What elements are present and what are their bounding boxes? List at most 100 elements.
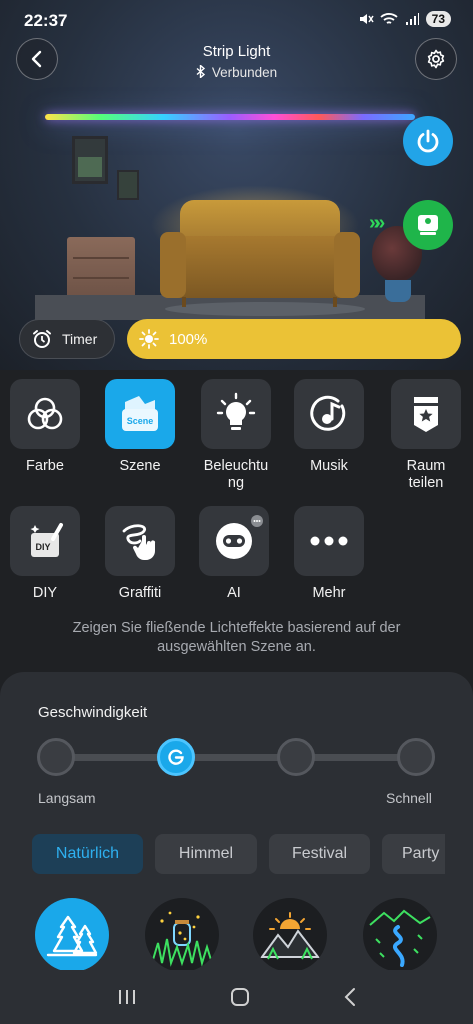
speed-step-3[interactable] — [277, 738, 315, 776]
mode-label: Raum teilen — [406, 458, 446, 491]
timer-button[interactable]: Timer — [19, 319, 115, 359]
alarm-clock-icon — [33, 330, 51, 348]
lightbulb-icon — [216, 392, 256, 430]
ai-icon — [216, 523, 252, 559]
mode-farbe-tile[interactable] — [10, 379, 80, 449]
mode-raum-teilen-tile[interactable] — [391, 379, 461, 449]
graffiti-icon — [122, 524, 156, 560]
led-strip-preview — [45, 114, 415, 120]
power-icon — [417, 129, 439, 153]
mode-beleuchtung[interactable]: Beleuchtu ng — [201, 379, 271, 492]
mode-musik-tile[interactable] — [294, 379, 364, 449]
tab-natuerlich[interactable]: Natürlich — [32, 834, 143, 874]
mode-description: Zeigen Sie fließende Lichteffekte basier… — [72, 620, 401, 655]
scene-category-tabs: Natürlich Himmel Festival Party — [0, 830, 445, 880]
speed-min-label: Langsam — [38, 790, 96, 806]
diy-icon: DIY — [30, 523, 63, 557]
speed-slider-track[interactable] — [56, 754, 416, 761]
mute-icon — [359, 14, 374, 24]
system-nav-bar — [0, 970, 473, 1024]
brightness-slider[interactable]: 100% — [127, 319, 461, 359]
mode-raum-teilen[interactable]: Raum teilen — [391, 379, 461, 492]
forest-icon — [46, 915, 98, 957]
mode-label: Mehr — [312, 585, 346, 601]
mode-musik[interactable]: Musik — [294, 379, 364, 475]
status-icons: 73 — [358, 11, 451, 27]
status-time: 22:37 — [24, 11, 68, 30]
mode-label: AI — [227, 585, 241, 601]
color-rings-icon — [27, 397, 63, 430]
scene-badge: Scene — [127, 416, 154, 426]
mode-farbe[interactable]: Farbe — [10, 379, 80, 475]
wifi-icon — [380, 13, 398, 24]
sync-arrows-icon: »» — [369, 212, 385, 234]
settings-button[interactable] — [415, 38, 457, 80]
light-device-icon — [418, 215, 438, 235]
cabinet — [67, 237, 135, 299]
mode-mehr-tile[interactable] — [294, 506, 364, 576]
firefly-jar-icon — [151, 911, 213, 967]
mode-label: Graffiti — [118, 585, 162, 601]
mode-diy[interactable]: DIY DIY — [10, 506, 80, 602]
speed-step-4[interactable] — [397, 738, 435, 776]
music-icon — [310, 395, 346, 431]
back-nav-icon[interactable] — [343, 987, 357, 1007]
sofa-leg-left — [182, 297, 186, 307]
battery-indicator: 73 — [425, 11, 451, 27]
bluetooth-icon — [196, 63, 205, 80]
connection-label: Verbunden — [211, 65, 278, 80]
speed-thumb-icon — [168, 749, 184, 765]
sofa-arm-left — [160, 232, 186, 298]
sun-icon — [139, 329, 159, 349]
mode-label: Szene — [119, 458, 161, 474]
gear-icon — [427, 49, 445, 69]
mode-ai-tile[interactable] — [199, 506, 269, 576]
connection-status: Verbunden — [0, 63, 473, 80]
mode-label: DIY — [32, 585, 58, 601]
brightness-value: 100% — [169, 330, 208, 348]
scene-icon: Scene — [122, 396, 158, 431]
scene-river-valley[interactable] — [363, 898, 437, 972]
status-bar: 22:37 73 — [0, 0, 473, 42]
plant-pot — [385, 280, 411, 302]
mode-mehr[interactable]: Mehr — [294, 506, 364, 602]
river-valley-icon — [369, 909, 431, 967]
scene-forest[interactable] — [35, 898, 109, 972]
device-sync-button[interactable] — [403, 200, 453, 250]
tab-festival[interactable]: Festival — [269, 834, 370, 874]
sofa-seat — [163, 236, 358, 298]
mode-szene[interactable]: Scene Szene — [105, 379, 175, 475]
room-split-icon — [414, 397, 438, 432]
speed-title: Geschwindigkeit — [38, 704, 148, 721]
mode-label: Farbe — [26, 458, 64, 474]
timer-label: Timer — [62, 331, 98, 347]
mode-label: Beleuchtu ng — [203, 458, 269, 491]
mode-graffiti-tile[interactable] — [105, 506, 175, 576]
recent-apps-icon[interactable] — [117, 988, 137, 1006]
tab-party[interactable]: Party — [382, 834, 445, 874]
mode-label: Musik — [310, 458, 348, 474]
wall-picture — [72, 136, 108, 184]
signal-icon — [405, 13, 419, 25]
more-icon — [310, 536, 348, 546]
mode-beleuchtung-tile[interactable] — [201, 379, 271, 449]
mode-diy-tile[interactable]: DIY — [10, 506, 80, 576]
sofa-arm-right — [334, 232, 360, 298]
home-icon[interactable] — [230, 987, 250, 1007]
speed-step-1[interactable] — [37, 738, 75, 776]
ai-badge-icon — [251, 515, 263, 527]
sofa-leg-right — [333, 297, 337, 307]
wall-picture-small — [117, 170, 139, 200]
scene-sunrise-mountains[interactable] — [253, 898, 327, 972]
power-button[interactable] — [403, 116, 453, 166]
mode-graffiti[interactable]: Graffiti — [105, 506, 175, 602]
diy-badge: DIY — [35, 542, 50, 552]
mode-ai[interactable]: AI — [199, 506, 269, 602]
speed-step-2[interactable] — [157, 738, 195, 776]
sunrise-mountain-icon — [260, 912, 321, 960]
device-title: Strip Light — [202, 43, 271, 60]
scene-fireflies[interactable] — [145, 898, 219, 972]
speed-max-label: Schnell — [386, 790, 432, 806]
mode-szene-tile[interactable]: Scene — [105, 379, 175, 449]
tab-himmel[interactable]: Himmel — [155, 834, 257, 874]
